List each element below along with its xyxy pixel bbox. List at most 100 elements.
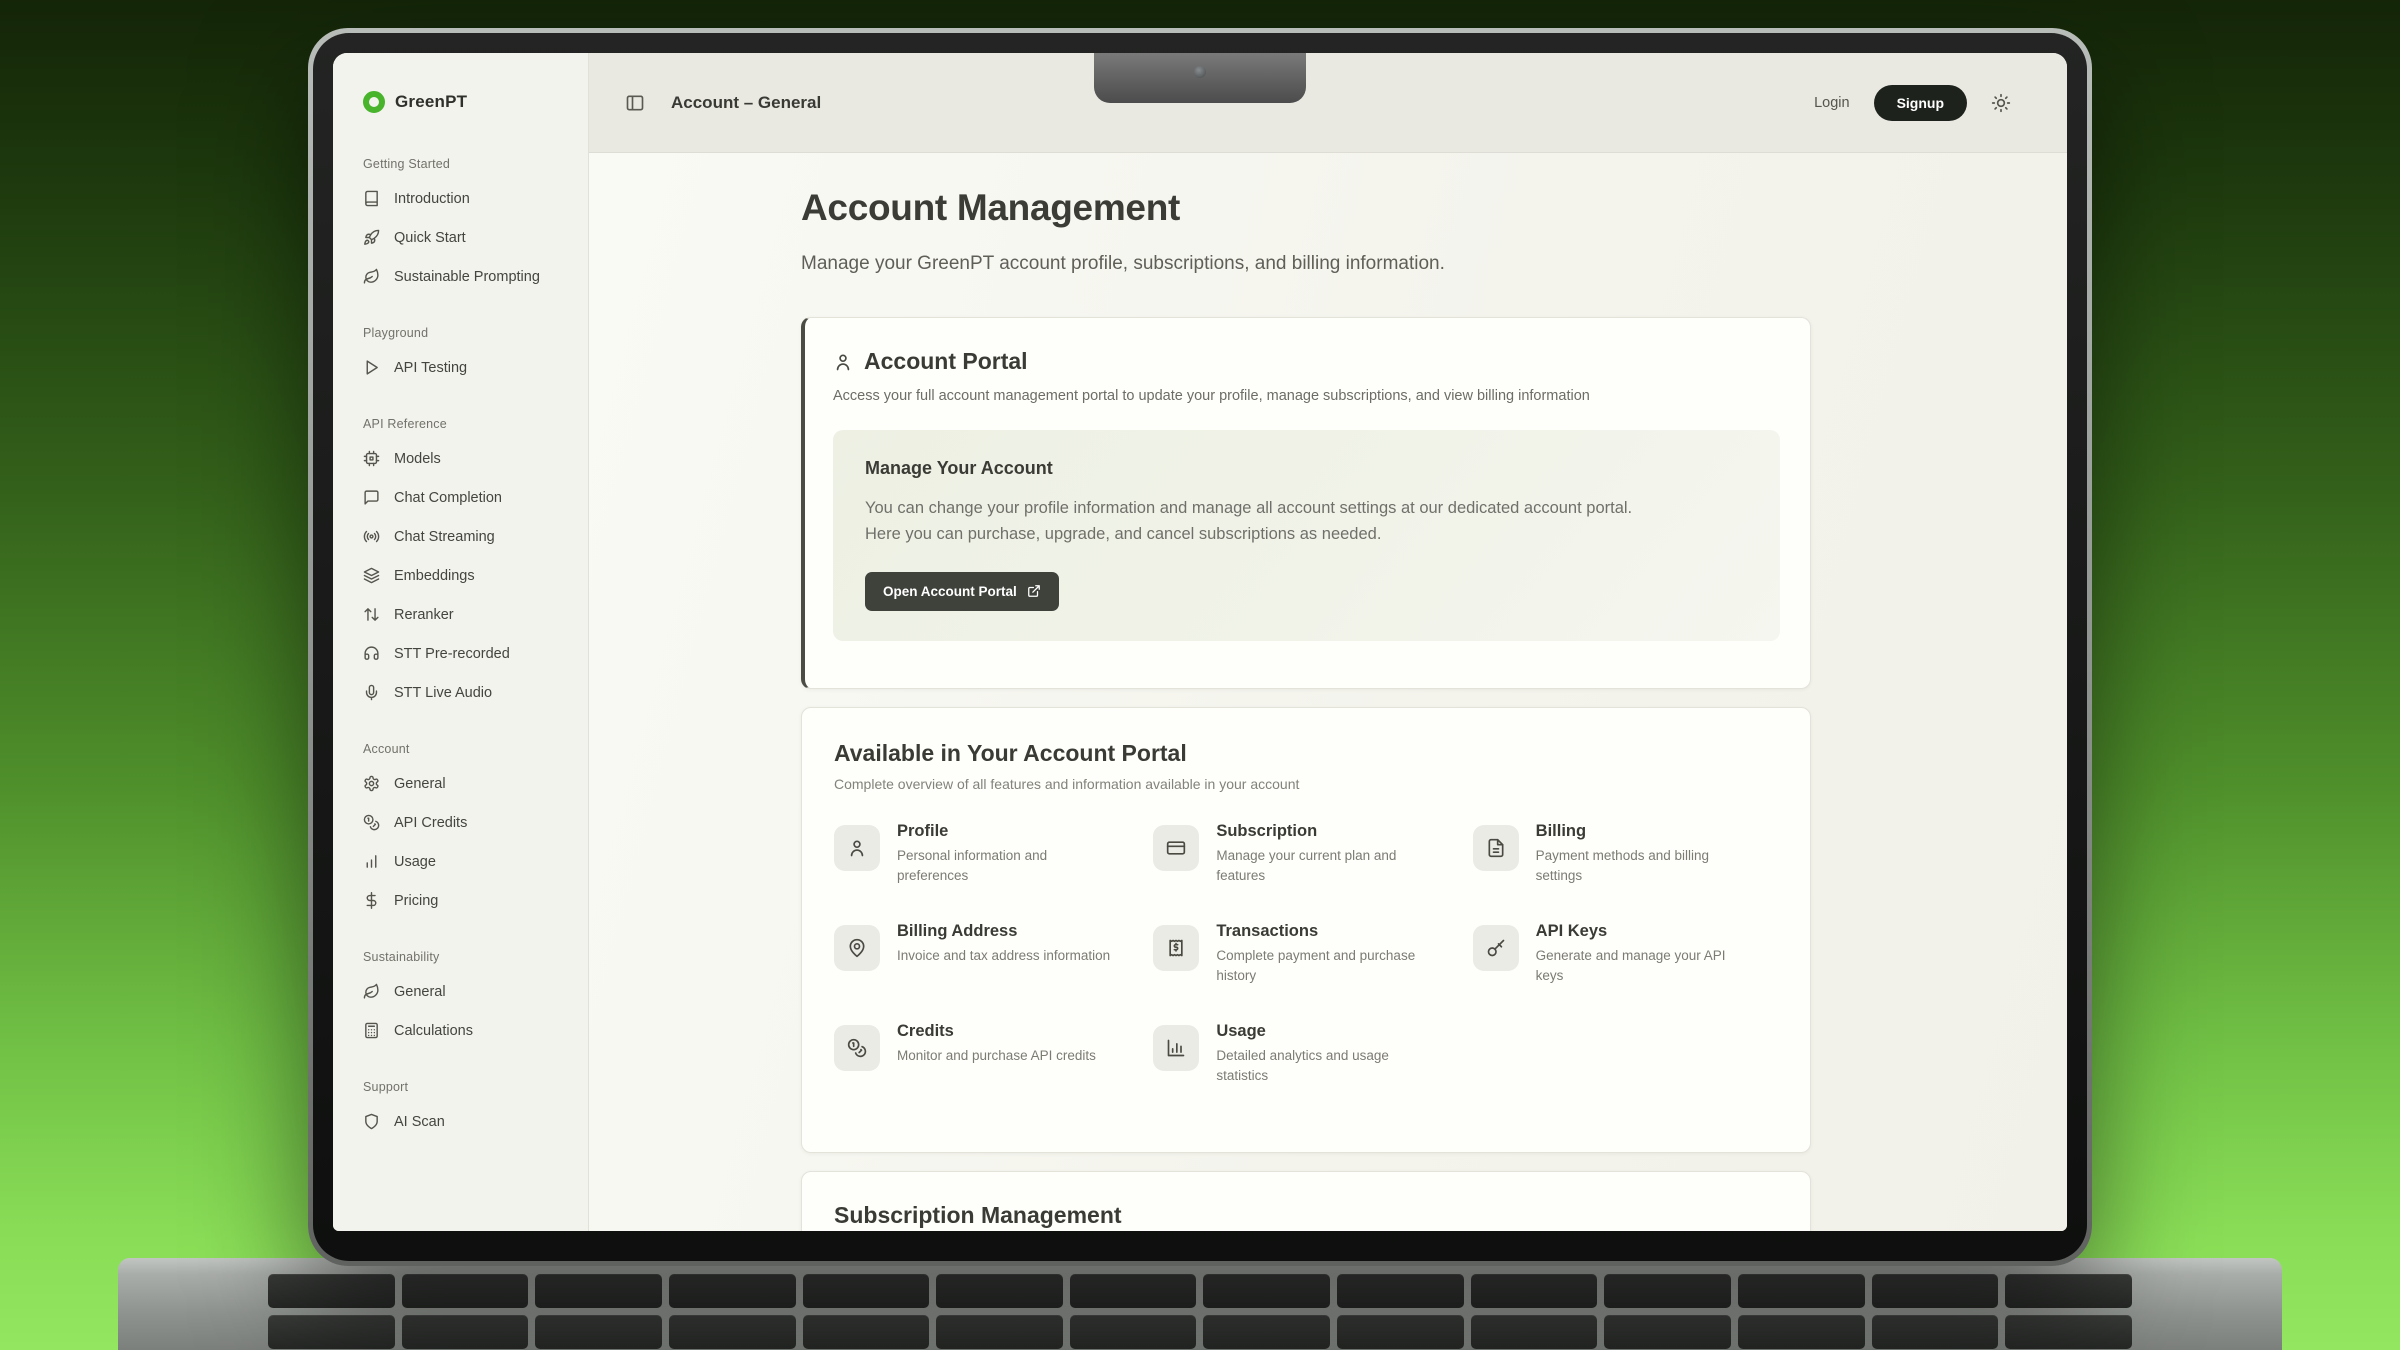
sidebar-item-label: Chat Streaming: [394, 529, 495, 545]
portal-features-card: Available in Your Account Portal Complet…: [801, 707, 1811, 1153]
feature-title: Usage: [1216, 1022, 1431, 1041]
sidebar-item-label: Calculations: [394, 1023, 473, 1039]
sidebar-item-pricing[interactable]: Pricing: [363, 881, 570, 920]
laptop-screen-frame: GreenPT Getting Started Introduction Qui…: [308, 28, 2092, 1266]
headphones-icon: [363, 645, 380, 662]
manage-account-panel: Manage Your Account You can change your …: [833, 430, 1780, 641]
desktop-background: GreenPT Getting Started Introduction Qui…: [0, 0, 2400, 1350]
account-portal-card: Account Portal Access your full account …: [801, 317, 1811, 689]
sidebar-section-playground: Playground: [363, 326, 570, 340]
cpu-icon: [363, 450, 380, 467]
sidebar: GreenPT Getting Started Introduction Qui…: [333, 53, 589, 1231]
manage-account-body: You can change your profile information …: [865, 495, 1635, 548]
sidebar-section-account: Account: [363, 742, 570, 756]
sidebar-item-label: Introduction: [394, 191, 470, 207]
sidebar-item-label: General: [394, 776, 446, 792]
sidebar-item-ai-scan[interactable]: AI Scan: [363, 1102, 570, 1141]
sidebar-item-label: Chat Completion: [394, 490, 502, 506]
bar-chart-icon: [363, 853, 380, 870]
play-icon: [363, 359, 380, 376]
sidebar-item-quick-start[interactable]: Quick Start: [363, 218, 570, 257]
feature-profile: Profile Personal information and prefere…: [834, 822, 1139, 922]
calculator-icon: [363, 1022, 380, 1039]
gear-icon: [363, 775, 380, 792]
sidebar-item-sustainable-prompting[interactable]: Sustainable Prompting: [363, 257, 570, 296]
signup-button[interactable]: Signup: [1874, 85, 1967, 121]
file-text-icon: [1473, 825, 1519, 871]
feature-credits: Credits Monitor and purchase API credits: [834, 1022, 1139, 1122]
sun-icon[interactable]: [1991, 93, 2011, 113]
leaf-icon: [363, 983, 380, 1000]
sidebar-item-stt-live-audio[interactable]: STT Live Audio: [363, 673, 570, 712]
feature-title: Billing: [1536, 822, 1751, 841]
account-portal-title: Account Portal: [864, 348, 1028, 375]
bar-chart-icon: [1153, 1025, 1199, 1071]
feature-title: Transactions: [1216, 922, 1431, 941]
feature-description: Personal information and preferences: [897, 846, 1112, 887]
sidebar-item-reranker[interactable]: Reranker: [363, 595, 570, 634]
rocket-icon: [363, 229, 380, 246]
feature-description: Generate and manage your API keys: [1536, 946, 1751, 987]
external-link-icon: [1027, 584, 1041, 598]
sidebar-item-sustainability-general[interactable]: General: [363, 972, 570, 1011]
laptop-base: [118, 1258, 2282, 1350]
sidebar-section-getting-started: Getting Started: [363, 157, 570, 171]
feature-billing-address: Billing Address Invoice and tax address …: [834, 922, 1139, 1022]
manage-account-title: Manage Your Account: [865, 458, 1748, 479]
sidebar-item-label: Usage: [394, 854, 436, 870]
features-card-subtitle: Complete overview of all features and in…: [834, 776, 1778, 792]
feature-description: Manage your current plan and features: [1216, 846, 1431, 887]
open-account-portal-button[interactable]: Open Account Portal: [865, 572, 1059, 611]
feature-description: Complete payment and purchase history: [1216, 946, 1431, 987]
shield-icon: [363, 1113, 380, 1130]
sidebar-item-introduction[interactable]: Introduction: [363, 179, 570, 218]
sidebar-section-sustainability: Sustainability: [363, 950, 570, 964]
features-card-title: Available in Your Account Portal: [834, 740, 1778, 767]
sidebar-item-api-testing[interactable]: API Testing: [363, 348, 570, 387]
sidebar-item-calculations[interactable]: Calculations: [363, 1011, 570, 1050]
topbar: Account – General Login Signup: [589, 53, 2067, 153]
sidebar-item-chat-streaming[interactable]: Chat Streaming: [363, 517, 570, 556]
feature-billing: Billing Payment methods and billing sett…: [1473, 822, 1778, 922]
sidebar-item-label: STT Live Audio: [394, 685, 492, 701]
laptop-notch: [1094, 53, 1306, 103]
open-account-portal-label: Open Account Portal: [883, 584, 1017, 599]
message-icon: [363, 489, 380, 506]
sidebar-item-usage[interactable]: Usage: [363, 842, 570, 881]
sidebar-item-api-credits[interactable]: API Credits: [363, 803, 570, 842]
arrows-up-down-icon: [363, 606, 380, 623]
feature-title: API Keys: [1536, 922, 1751, 941]
book-icon: [363, 190, 380, 207]
sidebar-item-account-general[interactable]: General: [363, 764, 570, 803]
sidebar-item-stt-prerecorded[interactable]: STT Pre-recorded: [363, 634, 570, 673]
sidebar-item-models[interactable]: Models: [363, 439, 570, 478]
feature-title: Profile: [897, 822, 1112, 841]
sidebar-item-label: API Testing: [394, 360, 467, 376]
sidebar-item-label: STT Pre-recorded: [394, 646, 510, 662]
feature-title: Credits: [897, 1022, 1096, 1041]
radio-icon: [363, 528, 380, 545]
feature-description: Payment methods and billing settings: [1536, 846, 1751, 887]
sidebar-item-embeddings[interactable]: Embeddings: [363, 556, 570, 595]
microphone-icon: [363, 684, 380, 701]
receipt-icon: [1153, 925, 1199, 971]
feature-usage: Usage Detailed analytics and usage stati…: [1153, 1022, 1458, 1122]
feature-description: Invoice and tax address information: [897, 946, 1110, 966]
sidebar-item-label: General: [394, 984, 446, 1000]
sidebar-section-support: Support: [363, 1080, 570, 1094]
account-portal-header: Account Portal: [833, 348, 1780, 375]
coins-icon: [363, 814, 380, 831]
sidebar-item-label: API Credits: [394, 815, 467, 831]
sidebar-item-label: AI Scan: [394, 1114, 445, 1130]
sidebar-item-label: Models: [394, 451, 441, 467]
login-link[interactable]: Login: [1814, 95, 1849, 111]
page-content: Account Management Manage your GreenPT a…: [589, 153, 2067, 1231]
sidebar-item-chat-completion[interactable]: Chat Completion: [363, 478, 570, 517]
brand-logo[interactable]: GreenPT: [363, 91, 570, 113]
subscription-management-title: Subscription Management: [834, 1202, 1778, 1229]
page-subtitle: Manage your GreenPT account profile, sub…: [801, 253, 2067, 275]
greenpt-logo-icon: [363, 91, 385, 113]
brand-name: GreenPT: [395, 92, 467, 112]
sidebar-toggle-icon[interactable]: [625, 93, 645, 113]
feature-description: Monitor and purchase API credits: [897, 1046, 1096, 1066]
